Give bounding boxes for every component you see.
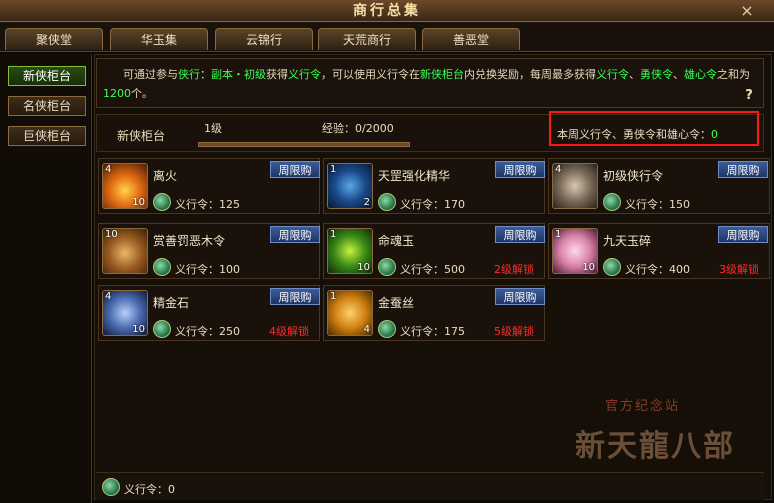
sidebar [0,54,92,503]
gem-icon: 4 10 [102,290,148,336]
token-icon [603,258,621,276]
weekly-limit-badge: 周限购 [718,161,768,178]
sidebar-item-xinxia[interactable]: 新侠柜台 [8,66,86,86]
essence-icon: 12 [327,163,373,209]
counter-label: 新侠柜台 [117,129,166,143]
token-icon [378,320,396,338]
weekly-limit-badge: 周限购 [270,288,320,305]
item-price: 义行令：175 [400,325,465,338]
item-name: 初级侠行令 [603,169,664,183]
item-card[interactable]: 10 赏善罚恶木令 周限购 义行令：100 [98,223,320,279]
exp-label: 经验：0/2000 [322,122,394,135]
weekly-limit-badge: 周限购 [270,161,320,178]
token-icon [153,193,171,211]
item-name: 金蚕丝 [378,296,415,310]
footer-bar: 义行令：0 [96,472,764,500]
help-icon[interactable]: ? [742,88,756,104]
unlock-level: 4级解锁 [269,325,309,338]
jade-icon: 1 10 [327,228,373,274]
sidebar-item-juxia[interactable]: 巨侠柜台 [8,126,86,146]
crystal-shard-icon: 1 10 [552,228,598,274]
weekly-total-label: 本周义行令、勇侠令和雄心令：0 [557,128,718,141]
item-card[interactable]: 4 初级侠行令 周限购 义行令：150 [548,158,770,214]
wood-token-icon: 10 [102,228,148,274]
item-card[interactable]: 1 10 命魂玉 周限购 义行令：500 2级解锁 [323,223,545,279]
tab-juxiatang[interactable]: 聚侠堂 [5,28,103,50]
item-card[interactable]: 14 金蚕丝 周限购 义行令：175 5级解锁 [323,285,545,341]
tab-tianhuang[interactable]: 天荒商行 [318,28,416,50]
token-medal-icon: 4 [552,163,598,209]
silk-icon: 14 [327,290,373,336]
item-card[interactable]: 1 10 九天玉碎 周限购 义行令：400 3级解锁 [548,223,770,279]
fire-icon: 4 10 [102,163,148,209]
item-card[interactable]: 4 10 离火 周限购 义行令：125 [98,158,320,214]
window-title: 商行总集 [353,3,421,19]
item-price: 义行令：150 [625,198,690,211]
item-price: 义行令：400 [625,263,690,276]
weekly-limit-badge: 周限购 [495,226,545,243]
item-card[interactable]: 4 10 精金石 周限购 义行令：250 4级解锁 [98,285,320,341]
item-price: 义行令：500 [400,263,465,276]
weekly-limit-badge: 周限购 [718,226,768,243]
token-icon [153,258,171,276]
item-name: 赏善罚恶木令 [153,234,226,248]
item-card[interactable]: 12 天罡强化精华 周限购 义行令：170 [323,158,545,214]
desc-link-xiaxing: 侠行 [178,68,200,81]
item-price: 义行令：250 [175,325,240,338]
token-icon [378,193,396,211]
unlock-level: 5级解锁 [494,325,534,338]
item-price: 义行令：100 [175,263,240,276]
token-icon [153,320,171,338]
sidebar-item-mingxia[interactable]: 名侠柜台 [8,96,86,116]
token-balance: 义行令：0 [124,483,175,496]
item-name: 命魂玉 [378,234,415,248]
item-name: 九天玉碎 [603,234,652,248]
exp-progress-bar [198,142,410,147]
tab-yunjinxing[interactable]: 云锦行 [215,28,313,50]
description-text: 可通过参与侠行：副本・初级获得义行令，可以使用义行令在新侠柜台内兑换奖励，每周最… [96,58,764,108]
item-name: 天罡强化精华 [378,169,451,183]
item-price: 义行令：170 [400,198,465,211]
desc-link-fuben: 副本・初级 [211,68,266,81]
item-price: 义行令：125 [175,198,240,211]
item-name: 精金石 [153,296,190,310]
weekly-limit-badge: 周限购 [495,288,545,305]
weekly-limit-badge: 周限购 [270,226,320,243]
weekly-limit-badge: 周限购 [495,161,545,178]
weekly-total-value: 0 [711,128,718,141]
unlock-level: 2级解锁 [494,263,534,276]
tab-shanetang[interactable]: 善恶堂 [422,28,520,50]
unlock-level: 3级解锁 [719,263,759,276]
token-icon [378,258,396,276]
token-icon [603,193,621,211]
level-label: 1级 [204,122,222,135]
close-icon[interactable]: × [738,2,756,20]
game-logo: 官方纪念站 新天龍八部 [575,399,735,464]
tab-huayuji[interactable]: 华玉集 [110,28,208,50]
item-name: 离火 [153,169,178,183]
token-icon [102,478,120,496]
